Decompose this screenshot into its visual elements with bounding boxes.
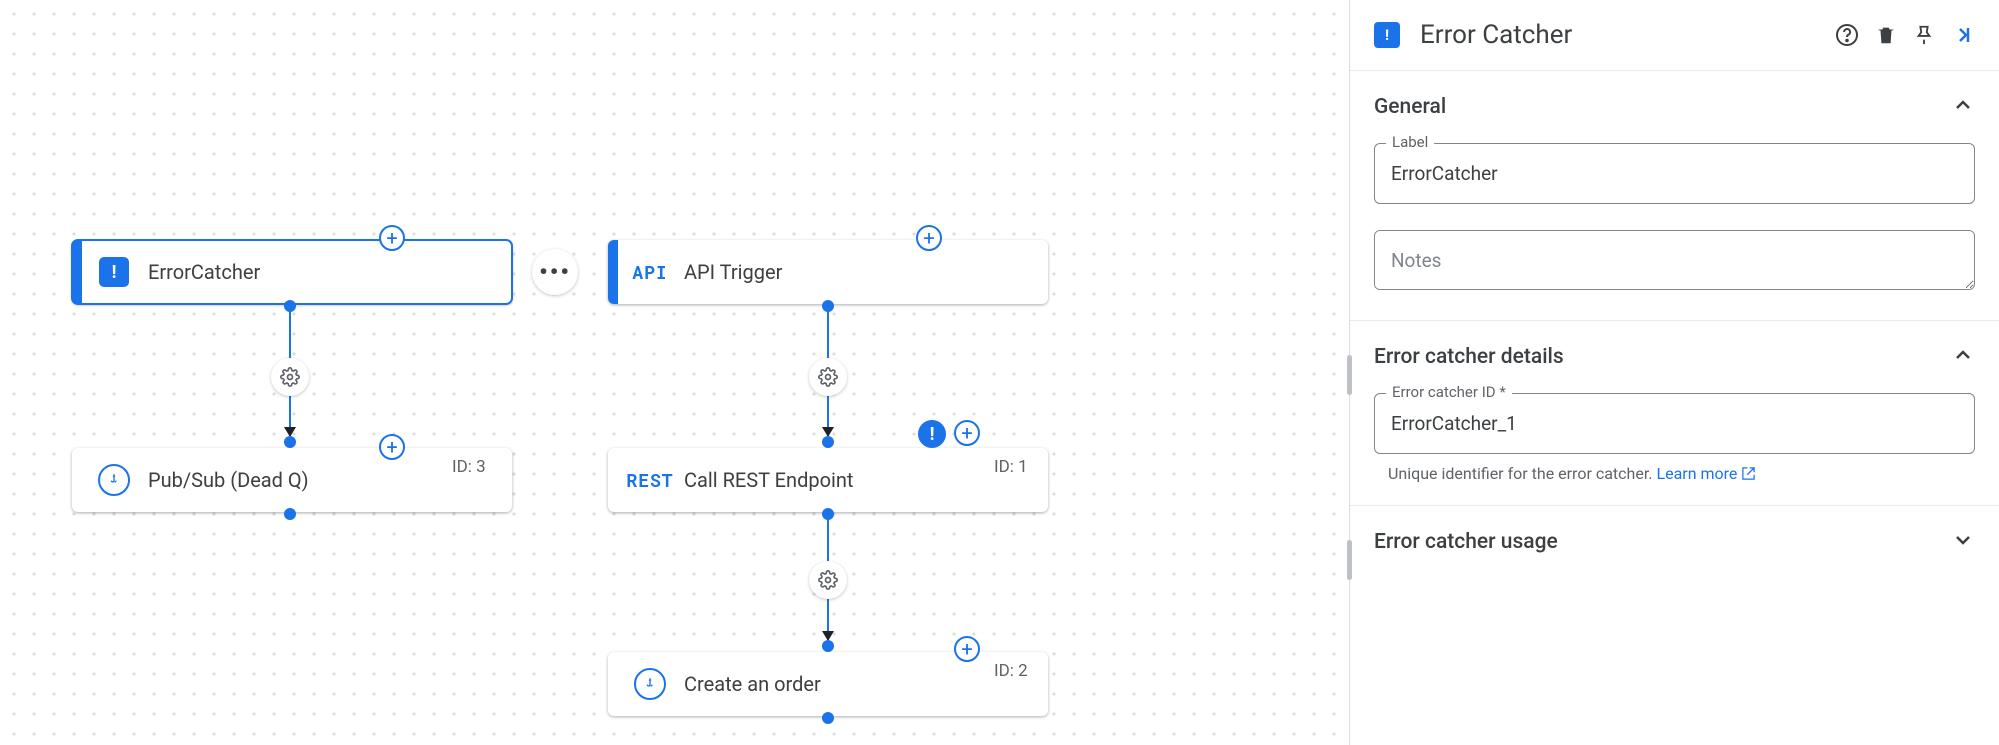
helper-text: Unique identifier for the error catcher.…: [1374, 464, 1975, 483]
port-out[interactable]: [822, 712, 834, 724]
node-label: Pub/Sub (Dead Q): [148, 468, 309, 492]
error-catcher-id-input[interactable]: [1374, 393, 1975, 454]
help-icon[interactable]: [1835, 23, 1859, 47]
node-id-label: ID: 2: [994, 661, 1028, 681]
panel-title: Error Catcher: [1420, 20, 1819, 50]
chevron-up-icon: [1951, 93, 1975, 121]
add-above-createorder[interactable]: +: [954, 636, 980, 662]
delete-icon[interactable]: [1875, 24, 1897, 46]
node-label: Create an order: [684, 672, 821, 696]
error-icon: !: [90, 257, 138, 287]
connector-icon: [626, 668, 674, 700]
node-label: ErrorCatcher: [148, 260, 260, 284]
section-general: General Label: [1350, 71, 1999, 321]
port-in[interactable]: [284, 436, 296, 448]
properties-panel: ! Error Catcher General Label: [1349, 0, 1999, 745]
api-icon: API: [626, 260, 674, 284]
chevron-up-icon: [1951, 343, 1975, 371]
node-pubsub[interactable]: Pub/Sub (Dead Q): [72, 448, 512, 512]
edge-config-button[interactable]: [271, 358, 309, 396]
node-label: API Trigger: [684, 260, 782, 284]
edge-config-button[interactable]: [809, 358, 847, 396]
section-details: Error catcher details Error catcher ID *…: [1350, 321, 1999, 506]
panel-resize-handle[interactable]: [1347, 540, 1352, 580]
node-error-indicator[interactable]: !: [918, 420, 946, 448]
section-usage: Error catcher usage: [1350, 506, 1999, 578]
notes-field: [1374, 230, 1975, 294]
add-above-errorcatcher[interactable]: +: [379, 225, 405, 251]
label-field: Label: [1374, 143, 1975, 204]
edge-config-button[interactable]: [809, 561, 847, 599]
label-input[interactable]: [1374, 143, 1975, 204]
node-stripe: [608, 240, 618, 304]
add-above-rest[interactable]: +: [954, 420, 980, 446]
panel-header: ! Error Catcher: [1350, 0, 1999, 71]
error-icon: !: [1374, 22, 1400, 48]
pin-icon[interactable]: [1913, 24, 1935, 46]
port-in[interactable]: [822, 436, 834, 448]
helper-prefix: Unique identifier for the error catcher.: [1388, 464, 1656, 483]
section-heading: Error catcher usage: [1374, 530, 1558, 554]
node-api-trigger[interactable]: API API Trigger: [608, 240, 1048, 304]
error-catcher-id-field: Error catcher ID *: [1374, 393, 1975, 454]
connector-icon: [90, 464, 138, 496]
notes-input[interactable]: [1374, 230, 1975, 290]
chevron-down-icon: [1951, 528, 1975, 556]
section-toggle-general[interactable]: General: [1374, 71, 1975, 143]
section-heading: General: [1374, 95, 1446, 119]
port-in[interactable]: [822, 640, 834, 652]
node-more-menu[interactable]: •••: [532, 249, 578, 295]
add-above-api[interactable]: +: [916, 225, 942, 251]
node-id-label: ID: 3: [452, 457, 486, 477]
section-toggle-usage[interactable]: Error catcher usage: [1374, 506, 1975, 578]
collapse-panel-icon[interactable]: [1951, 23, 1975, 47]
node-create-order[interactable]: Create an order: [608, 652, 1048, 716]
node-id-label: ID: 1: [994, 457, 1028, 477]
add-above-pubsub[interactable]: +: [379, 434, 405, 460]
flow-canvas[interactable]: ! ErrorCatcher + ••• Pub/Sub (Dead Q) + …: [0, 0, 1349, 745]
node-stripe: [72, 240, 82, 304]
field-label: Error catcher ID *: [1386, 383, 1512, 401]
port-out[interactable]: [284, 508, 296, 520]
learn-more-link[interactable]: Learn more: [1656, 464, 1756, 483]
node-label: Call REST Endpoint: [684, 468, 853, 492]
node-error-catcher[interactable]: ! ErrorCatcher: [72, 240, 512, 304]
rest-icon: REST: [626, 468, 674, 492]
section-heading: Error catcher details: [1374, 345, 1564, 369]
node-rest[interactable]: REST Call REST Endpoint: [608, 448, 1048, 512]
field-label: Label: [1386, 133, 1434, 151]
panel-resize-handle[interactable]: [1347, 355, 1352, 395]
